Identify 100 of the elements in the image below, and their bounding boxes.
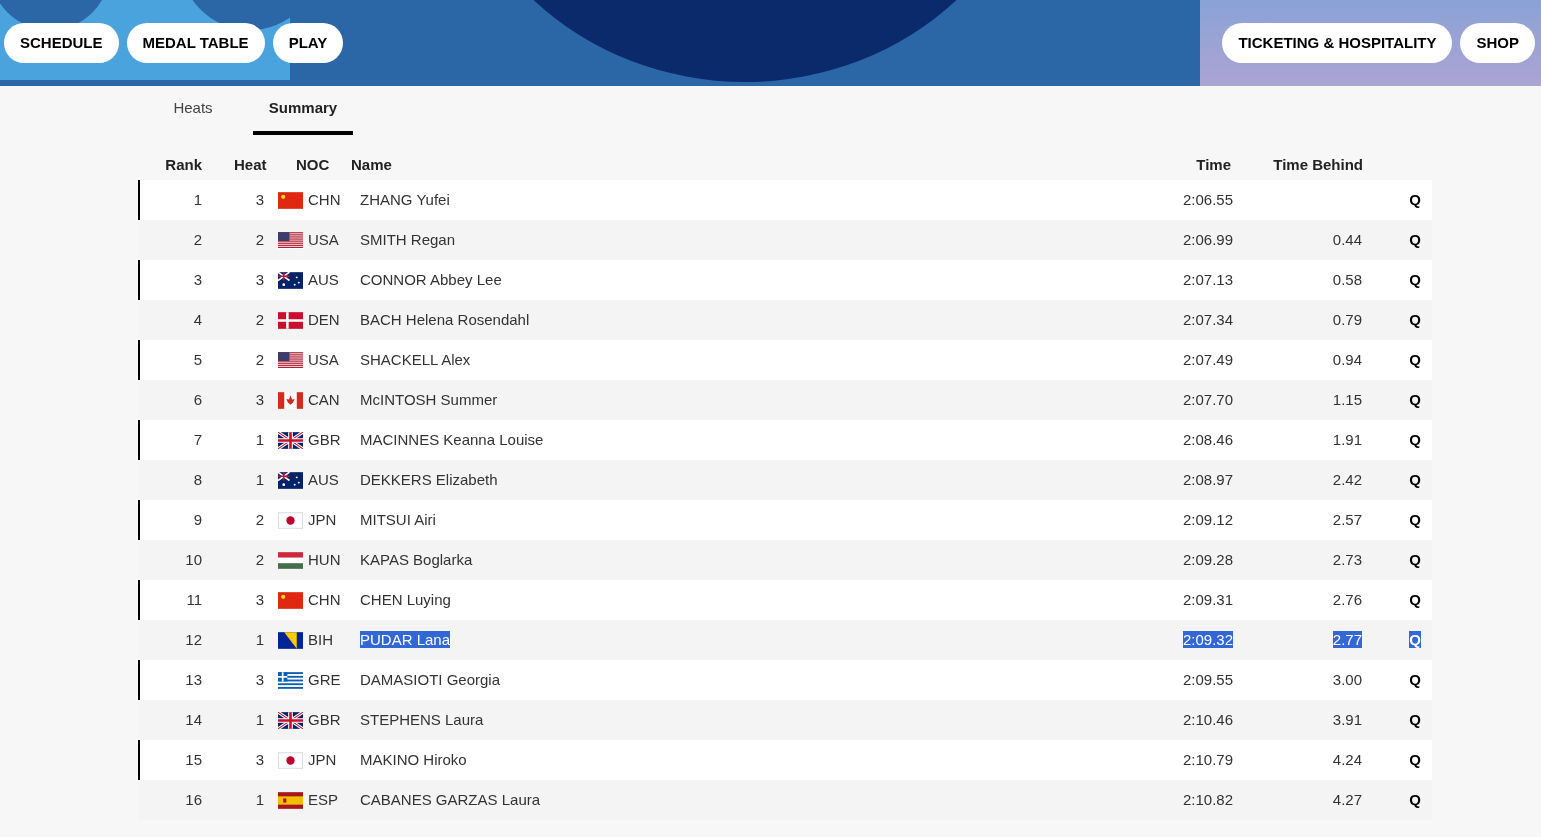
table-cell: 2.42 (1332, 470, 1362, 488)
table-cell: 1 (255, 790, 264, 808)
flag-icon (278, 591, 303, 609)
table-cell: 2:07.13 (1182, 270, 1233, 288)
qualified-mark: Q (1409, 310, 1421, 328)
nav-button[interactable]: SCHEDULE (4, 23, 119, 63)
table-cell: 2.76 (1332, 590, 1362, 608)
table-cell: 2 (255, 510, 264, 528)
table-cell-text: USA (308, 229, 339, 250)
column-header: NOC (296, 154, 331, 175)
table-cell: 2:08.97 (1182, 470, 1233, 488)
table-cell: 1 (255, 470, 264, 488)
table-cell: 4.24 (1332, 750, 1362, 768)
nav-button[interactable]: TICKETING & HOSPITALITY (1222, 23, 1453, 63)
column-header: Heat (233, 154, 268, 175)
table-cell-text: AUS (308, 269, 339, 290)
table-cell: 2.57 (1332, 510, 1362, 528)
table-cell-text: USA (308, 349, 339, 370)
table-cell: 3 (255, 270, 264, 288)
table-cell-text: AUS (308, 469, 339, 490)
table-cell: 2 (255, 550, 264, 568)
table-cell: 2:09.32 (1182, 630, 1233, 648)
table-cell: 12 (185, 630, 202, 648)
table-cell: 2.77 (1332, 630, 1362, 648)
table-cell: 2:08.46 (1182, 430, 1233, 448)
table-cell-text: CHN (308, 589, 341, 610)
tab[interactable]: Heats (143, 86, 243, 135)
qualified-mark: Q (1409, 390, 1421, 408)
table-cell: 2:10.82 (1182, 790, 1233, 808)
table-cell: 0.58 (1332, 270, 1362, 288)
nav-button[interactable]: SHOP (1460, 23, 1535, 63)
qualified-mark: Q (1409, 350, 1421, 368)
table-cell-text: DEN (308, 309, 340, 330)
table-cell: 1 (255, 430, 264, 448)
flag-icon (278, 751, 303, 769)
table-cell: 3 (255, 670, 264, 688)
table-cell: 16 (185, 790, 202, 808)
flag-icon (278, 471, 303, 489)
table-cell: MACINNES Keanna Louise (360, 430, 544, 448)
flag-icon (278, 551, 303, 569)
table-cell: 1 (193, 190, 202, 208)
table-cell: ZHANG Yufei (360, 190, 450, 208)
table-cell: 2 (193, 230, 202, 248)
table-cell: 1.15 (1332, 390, 1362, 408)
nav-button[interactable]: PLAY (272, 23, 344, 63)
qualified-mark: Q (1409, 790, 1421, 808)
flag-icon (278, 511, 303, 529)
table-cell: 2 (255, 310, 264, 328)
flag-icon (278, 391, 303, 409)
flag-icon (278, 271, 303, 289)
qualified-mark: Q (1409, 190, 1421, 208)
table-cell: McINTOSH Summer (360, 390, 498, 408)
table-cell: 3 (255, 750, 264, 768)
column-header: Time Behind (1272, 154, 1363, 175)
tab[interactable]: Summary (253, 86, 353, 135)
table-cell: 9 (193, 510, 202, 528)
table-cell: MITSUI Airi (360, 510, 436, 528)
flag-icon (278, 191, 303, 209)
table-cell-text: CAN (308, 389, 340, 410)
qualified-mark: Q (1409, 230, 1421, 248)
qualified-mark: Q (1409, 590, 1421, 608)
table-cell: 15 (185, 750, 202, 768)
flag-icon (278, 351, 303, 369)
table-cell: 5 (193, 350, 202, 368)
table-cell: 2:07.70 (1182, 390, 1233, 408)
table-cell: 14 (185, 710, 202, 728)
table-cell: SMITH Regan (360, 230, 456, 248)
table-cell: KAPAS Boglarka (360, 550, 473, 568)
table-cell: 2 (255, 230, 264, 248)
table-cell: 2:09.12 (1182, 510, 1233, 528)
flag-icon (278, 231, 303, 249)
table-cell: 1 (255, 710, 264, 728)
table-cell: 13 (185, 670, 202, 688)
table-cell: PUDAR Lana (360, 630, 451, 648)
table-cell: 11 (186, 590, 202, 608)
nav-button[interactable]: MEDAL TABLE (126, 23, 265, 63)
table-cell-text: ESP (308, 789, 338, 810)
table-cell: 0.44 (1332, 230, 1362, 248)
table-cell: 2.73 (1332, 550, 1362, 568)
table-cell: 3 (255, 590, 264, 608)
table-cell: 1.91 (1332, 430, 1362, 448)
qualified-mark: Q (1409, 470, 1421, 488)
table-cell: 2:09.28 (1182, 550, 1233, 568)
table-cell: 2:09.31 (1182, 590, 1233, 608)
table-cell-text: HUN (308, 549, 341, 570)
qualified-mark: Q (1409, 630, 1421, 648)
table-cell: 3.91 (1332, 710, 1362, 728)
table-cell: 2:06.55 (1182, 190, 1233, 208)
qualified-mark: Q (1409, 510, 1421, 528)
table-cell-text: GBR (308, 429, 341, 450)
table-cell: 2:10.79 (1182, 750, 1233, 768)
flag-icon (278, 631, 303, 649)
table-cell: 2:07.49 (1182, 350, 1233, 368)
table-cell: DEKKERS Elizabeth (360, 470, 498, 488)
table-cell: CHEN Luying (360, 590, 451, 608)
column-header: Time (1195, 154, 1231, 175)
table-cell: 2:07.34 (1182, 310, 1233, 328)
flag-icon (278, 311, 303, 329)
table-cell: MAKINO Hiroko (360, 750, 467, 768)
column-header: Name (351, 154, 393, 175)
